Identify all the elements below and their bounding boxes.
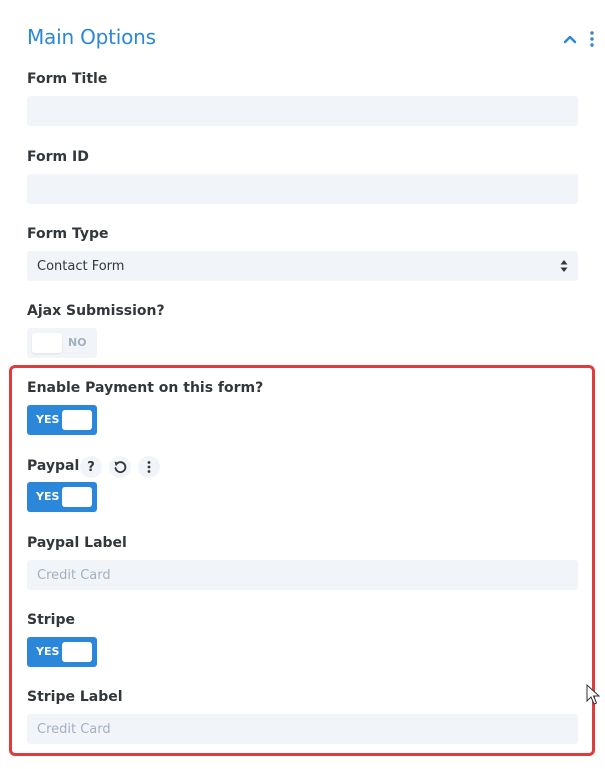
form-type-value: Contact Form <box>37 258 125 274</box>
form-title-input[interactable] <box>27 96 578 126</box>
form-title-label: Form Title <box>27 71 108 87</box>
toggle-knob <box>62 642 92 662</box>
reset-icon[interactable] <box>109 456 131 478</box>
enable-payment-label: Enable Payment on this form? <box>27 380 264 396</box>
more-options-icon[interactable] <box>138 456 160 478</box>
toggle-state: YES <box>36 645 60 658</box>
paypal-label-field-label: Paypal Label <box>27 535 127 551</box>
ajax-submission-toggle[interactable]: NO <box>27 328 97 358</box>
stripe-label: Stripe <box>27 612 75 628</box>
paypal-label: Paypal <box>27 458 80 474</box>
paypal-field-actions: ? <box>80 456 160 478</box>
form-id-input[interactable] <box>27 174 578 204</box>
form-type-label: Form Type <box>27 226 109 242</box>
select-arrows-icon <box>560 260 568 272</box>
toggle-state: YES <box>36 413 60 426</box>
toggle-knob <box>32 333 62 353</box>
toggle-knob <box>62 487 92 507</box>
enable-payment-toggle[interactable]: YES <box>27 405 97 435</box>
help-icon[interactable]: ? <box>80 456 102 478</box>
stripe-label-input[interactable]: Credit Card <box>27 714 578 744</box>
paypal-label-input[interactable]: Credit Card <box>27 560 578 590</box>
toggle-state: YES <box>36 490 60 503</box>
ajax-submission-label: Ajax Submission? <box>27 303 165 319</box>
kebab-icon <box>147 461 151 473</box>
toggle-knob <box>62 410 92 430</box>
form-id-label: Form ID <box>27 149 89 165</box>
stripe-label-field-label: Stripe Label <box>27 689 123 705</box>
undo-icon <box>114 461 127 474</box>
kebab-menu-icon[interactable] <box>587 30 597 48</box>
toggle-state: NO <box>68 336 87 349</box>
form-type-select[interactable]: Contact Form <box>27 251 578 281</box>
section-header[interactable]: Main Options <box>27 25 605 55</box>
section-title: Main Options <box>27 25 156 49</box>
stripe-toggle[interactable]: YES <box>27 637 97 667</box>
chevron-up-icon[interactable] <box>562 31 578 47</box>
mouse-cursor-icon <box>586 684 600 705</box>
paypal-toggle[interactable]: YES <box>27 482 97 512</box>
